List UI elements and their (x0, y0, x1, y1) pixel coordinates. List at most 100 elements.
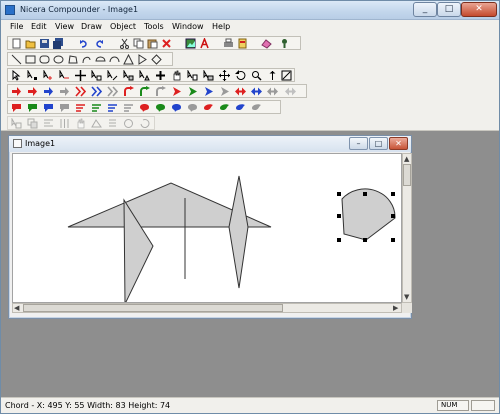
vertical-scrollbar[interactable]: ▲ ▼ (402, 153, 412, 303)
arrow-right-red-icon[interactable] (10, 86, 22, 97)
save-all-icon[interactable] (52, 38, 64, 49)
play-red-icon[interactable] (170, 86, 182, 97)
chord-shape[interactable] (341, 188, 396, 241)
select-icon[interactable] (10, 70, 22, 81)
callout-blue-icon[interactable] (42, 102, 54, 113)
chord-tool-icon[interactable] (94, 54, 106, 65)
curve-arrow-gray-icon[interactable] (154, 86, 166, 97)
double-arrow-blue-icon[interactable] (250, 86, 262, 97)
menu-file[interactable]: File (10, 22, 23, 31)
arrow-shape-tool-icon[interactable] (136, 54, 148, 65)
open-icon[interactable] (24, 38, 36, 49)
send-back-icon[interactable] (26, 118, 38, 129)
chevron-gray-icon[interactable] (106, 86, 118, 97)
double-arrow-light-icon[interactable] (284, 86, 296, 97)
double-arrow-gray-icon[interactable] (266, 86, 278, 97)
minimize-button[interactable]: _ (413, 2, 437, 17)
menu-help[interactable]: Help (212, 22, 230, 31)
arrow-right-red-2-icon[interactable] (26, 86, 38, 97)
horizontal-scrollbar[interactable]: ◀ ▶ (12, 303, 402, 313)
scroll-down-icon[interactable]: ▼ (404, 293, 409, 301)
print-preview-icon[interactable] (236, 38, 248, 49)
flip-horizontal-icon[interactable] (280, 70, 292, 81)
help-icon[interactable] (278, 38, 290, 49)
picture-icon[interactable] (184, 38, 196, 49)
menu-view[interactable]: View (55, 22, 74, 31)
menu-window[interactable]: Window (172, 22, 204, 31)
menu-edit[interactable]: Edit (31, 22, 47, 31)
crosshair-icon[interactable] (74, 70, 86, 81)
play-gray-icon[interactable] (218, 86, 230, 97)
blob-green-icon[interactable] (154, 102, 166, 113)
new-icon[interactable] (10, 38, 22, 49)
group-icon[interactable] (202, 70, 214, 81)
print-icon[interactable] (222, 38, 234, 49)
callout-green-icon[interactable] (26, 102, 38, 113)
scroll-up-icon[interactable]: ▲ (404, 155, 409, 163)
triangle-tool-icon[interactable] (122, 54, 134, 65)
bring-front-icon[interactable] (10, 118, 22, 129)
rounded-rect-tool-icon[interactable] (38, 54, 50, 65)
scale-icon[interactable] (138, 70, 150, 81)
rotate-left-icon[interactable] (122, 118, 134, 129)
chevron-red-icon[interactable] (74, 86, 86, 97)
vertical-scroll-thumb[interactable] (403, 164, 411, 186)
move-icon[interactable] (218, 70, 230, 81)
plus-icon[interactable] (154, 70, 166, 81)
pan-hand-icon[interactable] (74, 118, 86, 129)
double-arrow-red-icon[interactable] (234, 86, 246, 97)
polygon-tool-icon[interactable] (66, 54, 78, 65)
drop-gray-icon[interactable] (250, 102, 262, 113)
curve-arrow-red-icon[interactable] (122, 86, 134, 97)
blob-blue-icon[interactable] (170, 102, 182, 113)
scroll-right-icon[interactable]: ▶ (393, 304, 398, 312)
line-tool-icon[interactable] (10, 54, 22, 65)
callout-gray-icon[interactable] (58, 102, 70, 113)
drawing-canvas[interactable] (12, 153, 402, 303)
copy-shape-icon[interactable] (186, 70, 198, 81)
document-maximize-button[interactable]: □ (369, 137, 388, 150)
node-edit-icon[interactable] (90, 118, 102, 129)
horizontal-scroll-thumb[interactable] (23, 304, 283, 312)
text-icon[interactable] (198, 38, 210, 49)
rotate-right-icon[interactable] (138, 118, 150, 129)
arrow-right-blue-icon[interactable] (42, 86, 54, 97)
edit-node-icon[interactable] (90, 70, 102, 81)
diamond-tool-icon[interactable] (150, 54, 162, 65)
rotate-icon[interactable] (234, 70, 246, 81)
drop-blue-icon[interactable] (234, 102, 246, 113)
chevron-blue-icon[interactable] (90, 86, 102, 97)
undo-icon[interactable] (78, 38, 90, 49)
copy-icon[interactable] (132, 38, 144, 49)
drop-red-icon[interactable] (202, 102, 214, 113)
arrow-right-gray-icon[interactable] (58, 86, 70, 97)
rectangle-tool-icon[interactable] (24, 54, 36, 65)
redo-icon[interactable] (92, 38, 104, 49)
cut-icon[interactable] (118, 38, 130, 49)
move-point-icon[interactable] (26, 70, 38, 81)
menu-tools[interactable]: Tools (144, 22, 164, 31)
ellipse-tool-icon[interactable] (52, 54, 64, 65)
delete-icon[interactable] (160, 38, 172, 49)
lines-blue-icon[interactable] (106, 102, 118, 113)
delete-point-icon[interactable] (58, 70, 70, 81)
document-minimize-button[interactable]: – (349, 137, 368, 150)
lines-green-icon[interactable] (90, 102, 102, 113)
resize-grip[interactable] (402, 303, 412, 313)
play-green-icon[interactable] (186, 86, 198, 97)
drop-green-icon[interactable] (218, 102, 230, 113)
menu-draw[interactable]: Draw (81, 22, 102, 31)
distribute-icon[interactable] (58, 118, 70, 129)
hand-icon[interactable] (170, 70, 182, 81)
blob-red-icon[interactable] (138, 102, 150, 113)
blob-gray-icon[interactable] (186, 102, 198, 113)
save-icon[interactable] (38, 38, 50, 49)
diamond-shape[interactable] (228, 175, 249, 289)
curve-arrow-green-icon[interactable] (138, 86, 150, 97)
menu-object[interactable]: Object (110, 22, 136, 31)
arc-tool-icon[interactable] (108, 54, 120, 65)
align-icon[interactable] (42, 118, 54, 129)
add-point-icon[interactable] (42, 70, 54, 81)
reshape-icon[interactable] (106, 70, 118, 81)
zoom-icon[interactable] (250, 70, 262, 81)
